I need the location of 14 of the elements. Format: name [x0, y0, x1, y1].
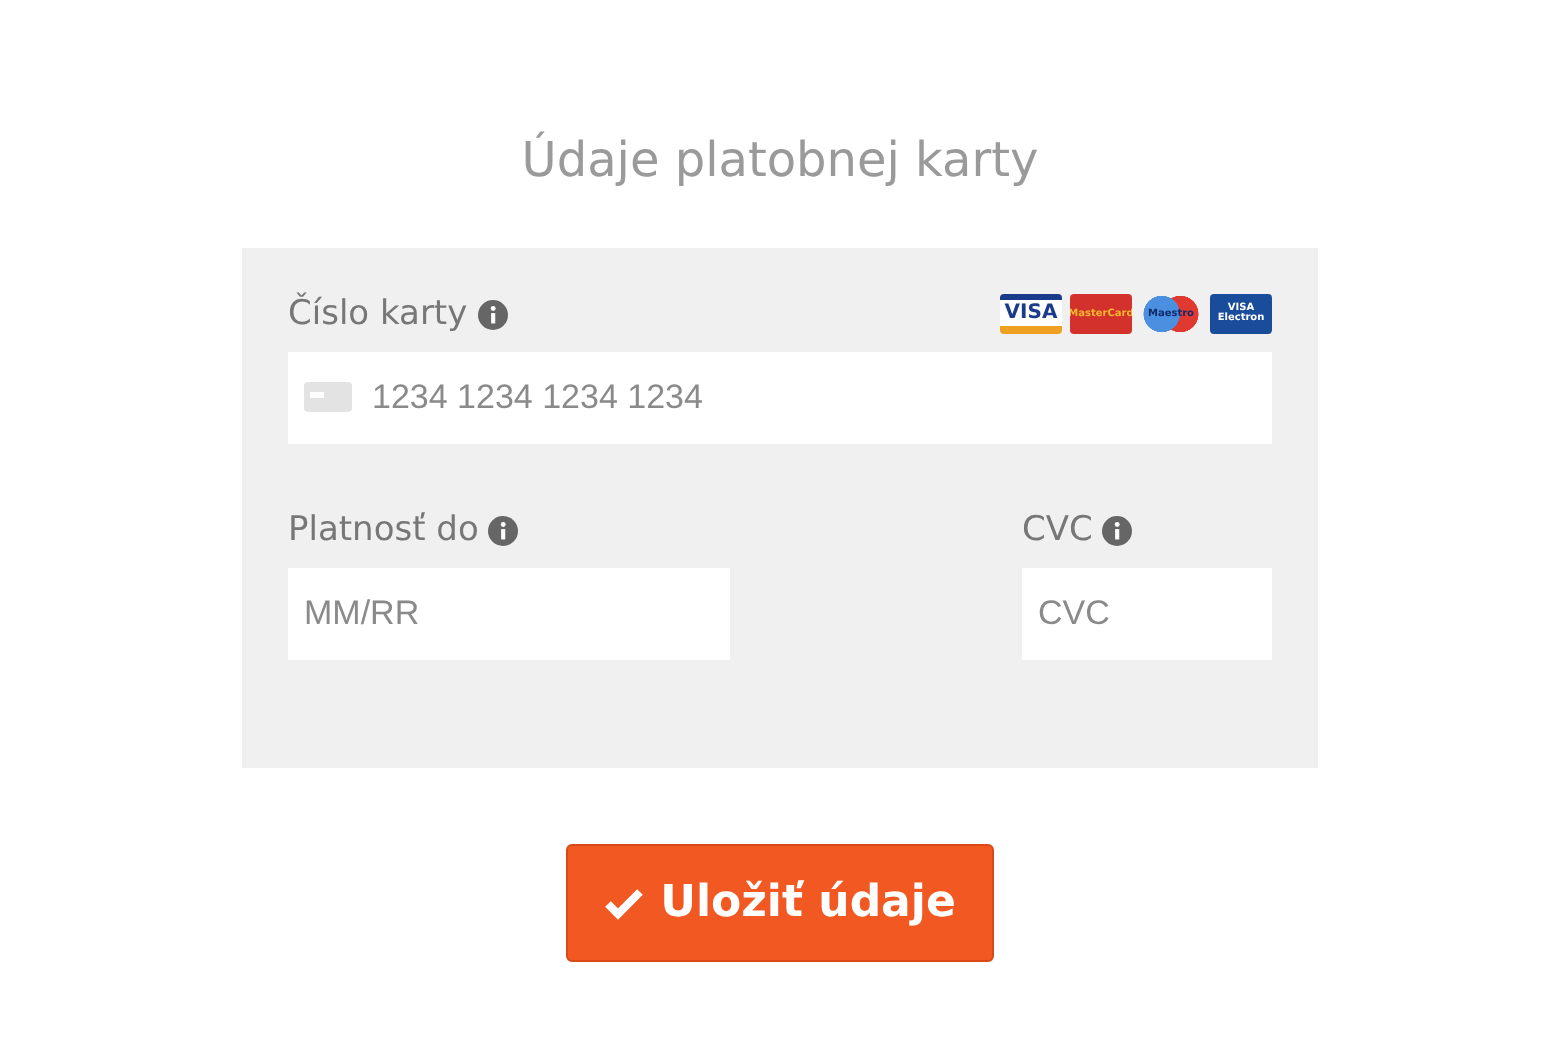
- card-number-field[interactable]: 1234 1234 1234 1234: [288, 352, 1272, 444]
- info-icon: [1102, 515, 1133, 545]
- expiry-field[interactable]: MM/RR: [288, 568, 730, 660]
- field-label: Platnosť do: [288, 510, 479, 550]
- save-button[interactable]: Uložiť údaje: [566, 844, 994, 962]
- cvc-field[interactable]: CVC: [1022, 568, 1272, 660]
- page-title: Údaje platobnej karty: [521, 132, 1039, 188]
- info-icon: [488, 515, 519, 545]
- card-icon: [304, 382, 352, 412]
- field-label: CVC: [1022, 510, 1093, 550]
- field-label: Číslo karty: [288, 294, 468, 334]
- card-logo: VISA: [1000, 294, 1062, 334]
- check-icon: [604, 887, 645, 919]
- info-icon: [477, 299, 508, 329]
